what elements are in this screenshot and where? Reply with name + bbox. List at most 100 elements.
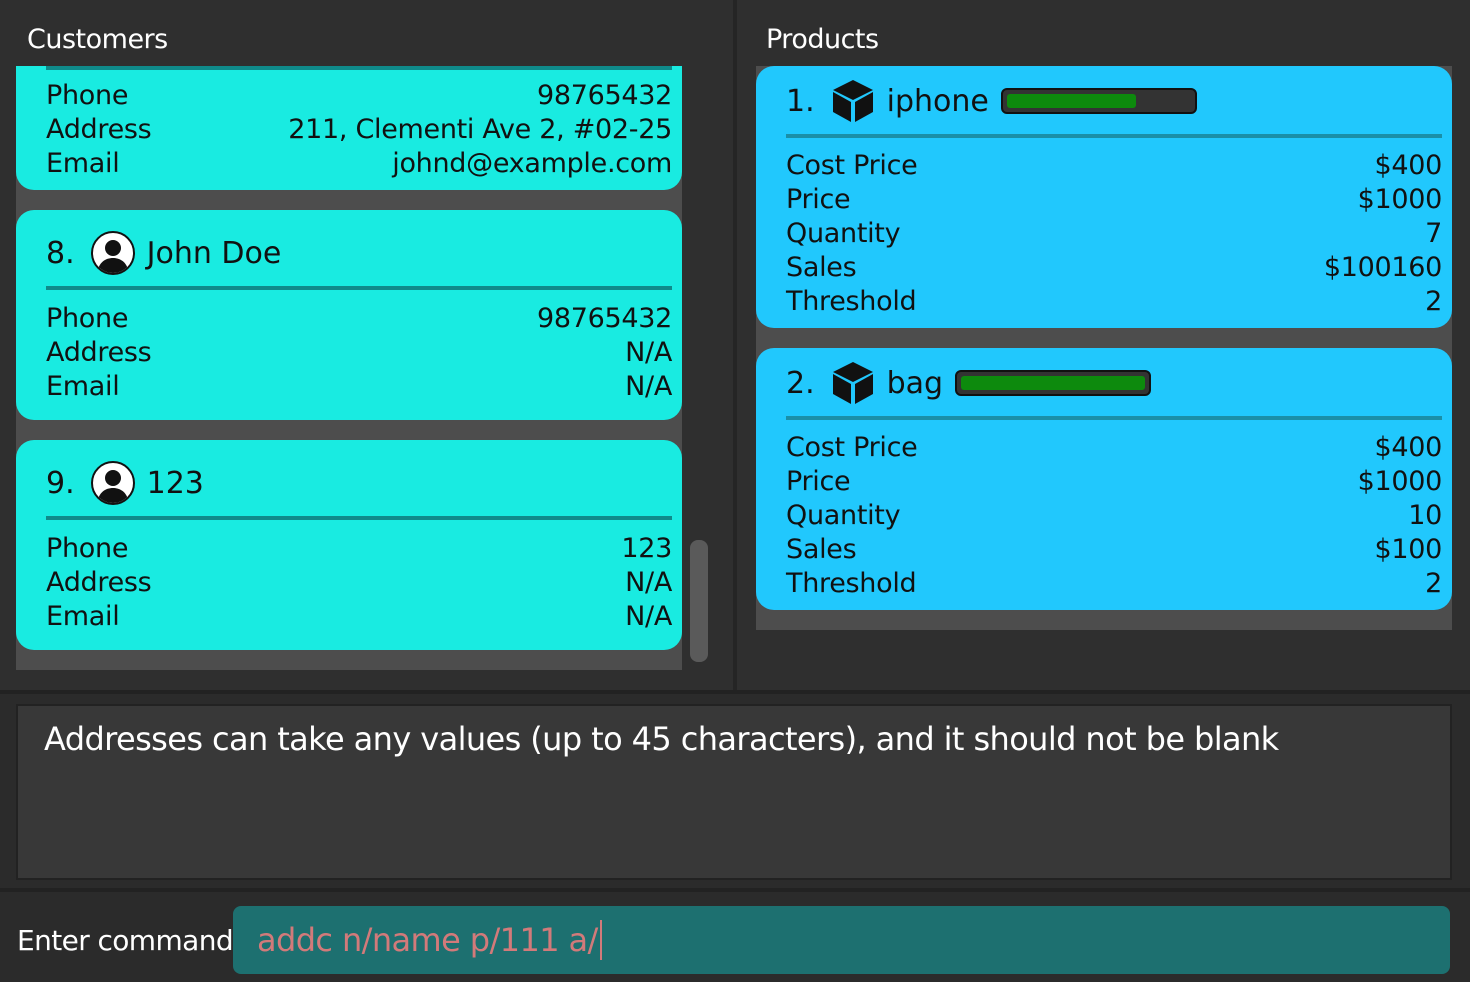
row-value: 2 — [1425, 567, 1442, 599]
product-name: iphone — [886, 83, 989, 119]
customer-row-phone: Phone 123 — [46, 531, 672, 565]
card-divider — [46, 286, 672, 290]
product-row-threshold: Threshold 2 — [786, 284, 1442, 318]
customer-card-header: 9. 123 — [46, 458, 672, 508]
row-label: Price — [786, 183, 851, 215]
product-row-threshold: Threshold 2 — [786, 566, 1442, 600]
person-icon — [90, 231, 135, 275]
product-row-quantity: Quantity 7 — [786, 216, 1442, 250]
customer-index: 9. — [46, 465, 75, 501]
row-label: Sales — [786, 533, 857, 565]
stock-level-bar — [955, 370, 1152, 396]
customer-card[interactable]: 8. John Doe Phone 98765432 Address N/A E… — [16, 210, 682, 420]
row-label: Email — [46, 600, 120, 632]
customer-name: John Doe — [146, 235, 282, 271]
product-row-quantity: Quantity 10 — [786, 498, 1442, 532]
person-icon — [90, 461, 135, 505]
row-value: $1000 — [1357, 465, 1443, 497]
row-label: Sales — [786, 251, 857, 283]
row-value: N/A — [625, 370, 672, 402]
customer-row-email: Email N/A — [46, 369, 672, 403]
box-icon — [832, 362, 873, 404]
customer-card[interactable]: 9. 123 Phone 123 Address N/A Email N/A — [16, 440, 682, 650]
customer-row-email: Email N/A — [46, 599, 672, 633]
customer-row-phone: Phone 98765432 — [46, 301, 672, 335]
customers-title: Customers — [27, 24, 168, 55]
panel-separator — [0, 690, 1470, 694]
customer-row-address: Address N/A — [46, 565, 672, 599]
customer-row-email: Email johnd@example.com — [46, 146, 672, 180]
customer-card-partial[interactable]: Phone 98765432 Address 211, Clementi Ave… — [16, 66, 682, 190]
stock-level-bar — [1000, 88, 1197, 114]
row-label: Quantity — [786, 217, 901, 249]
product-list[interactable]: 1. iphone Cost Price $400 Price $1000 Qu… — [756, 66, 1452, 630]
product-card[interactable]: 2. bag Cost Price $400 Price $1000 Quant… — [756, 348, 1452, 610]
row-value: 10 — [1408, 499, 1442, 531]
product-row-sales: Sales $100 — [786, 532, 1442, 566]
row-value: $400 — [1374, 431, 1442, 463]
command-label: Enter command — [17, 924, 234, 957]
stock-level-fill — [961, 376, 1146, 390]
row-label: Address — [46, 113, 152, 145]
row-label: Threshold — [786, 285, 917, 317]
customer-index: 8. — [46, 235, 75, 271]
row-label: Threshold — [786, 567, 917, 599]
row-label: Address — [46, 336, 152, 368]
customer-name: 123 — [146, 465, 204, 501]
customers-panel: Customers Phone 98765432 Address 211, Cl… — [0, 0, 733, 690]
box-icon — [832, 80, 873, 122]
row-label: Price — [786, 465, 851, 497]
product-card-header: 2. bag — [786, 356, 1442, 410]
row-value: $100160 — [1323, 251, 1442, 283]
products-panel: Products 1. iphone Cost Price $400 Price… — [737, 0, 1470, 690]
row-value: N/A — [625, 336, 672, 368]
product-card[interactable]: 1. iphone Cost Price $400 Price $1000 Qu… — [756, 66, 1452, 328]
card-divider — [786, 416, 1442, 420]
row-label: Cost Price — [786, 431, 918, 463]
card-divider — [46, 66, 672, 70]
product-row-cost-price: Cost Price $400 — [786, 148, 1442, 182]
card-divider — [786, 134, 1442, 138]
row-value: 123 — [621, 532, 672, 564]
row-value: $1000 — [1357, 183, 1443, 215]
row-label: Cost Price — [786, 149, 918, 181]
command-input[interactable]: addc n/name p/111 a/ — [233, 906, 1450, 974]
result-message: Addresses can take any values (up to 45 … — [44, 720, 1279, 758]
panel-separator — [0, 888, 1470, 892]
row-label: Phone — [46, 532, 129, 564]
row-value: N/A — [625, 600, 672, 632]
row-value: 211, Clementi Ave 2, #02-25 — [288, 113, 672, 145]
product-row-cost-price: Cost Price $400 — [786, 430, 1442, 464]
command-input-text: addc n/name p/111 a/ — [257, 921, 598, 959]
result-display[interactable]: Addresses can take any values (up to 45 … — [16, 704, 1452, 880]
row-label: Phone — [46, 302, 129, 334]
row-label: Quantity — [786, 499, 901, 531]
row-value: 7 — [1425, 217, 1442, 249]
row-label: Email — [46, 370, 120, 402]
products-title: Products — [766, 24, 879, 55]
text-caret — [599, 920, 602, 960]
stock-level-fill — [1006, 94, 1136, 108]
row-value: $100 — [1374, 533, 1442, 565]
product-row-price: Price $1000 — [786, 182, 1442, 216]
customer-row-address: Address N/A — [46, 335, 672, 369]
customer-row-address: Address 211, Clementi Ave 2, #02-25 — [46, 112, 672, 146]
row-value: 2 — [1425, 285, 1442, 317]
row-value: $400 — [1374, 149, 1442, 181]
customer-card-header: 8. John Doe — [46, 228, 672, 278]
row-label: Phone — [46, 79, 129, 111]
customer-row-phone: Phone 98765432 — [46, 78, 672, 112]
card-divider — [46, 516, 672, 520]
row-label: Address — [46, 566, 152, 598]
row-label: Email — [46, 147, 120, 179]
customer-list-scrollbar[interactable] — [690, 540, 708, 662]
product-card-header: 1. iphone — [786, 74, 1442, 128]
product-index: 1. — [786, 83, 815, 119]
row-value: N/A — [625, 566, 672, 598]
product-row-price: Price $1000 — [786, 464, 1442, 498]
product-name: bag — [886, 365, 944, 401]
row-value: 98765432 — [536, 302, 672, 334]
customer-list[interactable]: Phone 98765432 Address 211, Clementi Ave… — [16, 66, 682, 670]
product-index: 2. — [786, 365, 815, 401]
product-row-sales: Sales $100160 — [786, 250, 1442, 284]
